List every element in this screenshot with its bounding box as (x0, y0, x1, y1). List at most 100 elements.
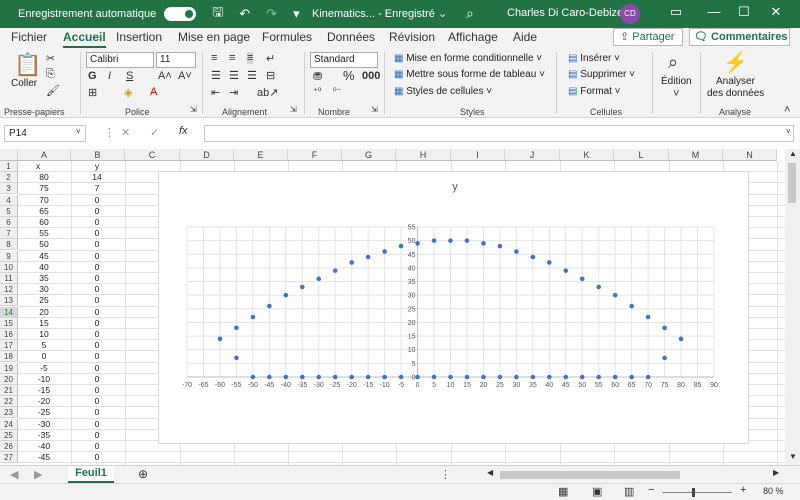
row-header[interactable]: 21 (0, 385, 18, 396)
vertical-scrollbar[interactable]: ▲ ▼ (785, 149, 800, 465)
font-dialog-launcher-icon[interactable]: ⇲ (190, 105, 197, 114)
cell-a21[interactable]: -15 (18, 385, 70, 396)
copy-icon[interactable]: ⎘ (46, 68, 55, 81)
page-break-view-icon[interactable]: ▥ (624, 485, 634, 498)
row-header[interactable]: 2 (0, 172, 18, 184)
merge-icon[interactable]: ⊟ (266, 69, 275, 82)
cell-a27[interactable]: -45 (18, 452, 70, 463)
column-header-n[interactable]: N (723, 149, 777, 161)
row-header[interactable]: 13 (0, 295, 18, 307)
comments-button[interactable]: 🗨 Commentaires (689, 28, 790, 46)
cell-b19[interactable]: 0 (71, 363, 123, 374)
italic-icon[interactable]: I (108, 70, 111, 82)
redo-icon[interactable]: ↷ (266, 6, 277, 22)
tab-donnees[interactable]: Données (327, 30, 375, 44)
underline-icon[interactable]: S (126, 70, 133, 82)
save-icon[interactable]: 🖫 (212, 3, 223, 25)
cell-a9[interactable]: 45 (18, 251, 70, 262)
document-title[interactable]: Kinematics... - Enregistré ⌄ (312, 7, 447, 20)
align-center-icon[interactable]: ☰ (229, 69, 239, 82)
sheet-tab-feuil1[interactable]: Feuil1 (68, 466, 114, 483)
row-header[interactable]: 19 (0, 362, 18, 374)
cell-b27[interactable]: 0 (71, 452, 123, 463)
cell-b2[interactable]: 14 (71, 172, 123, 183)
cell-a18[interactable]: 0 (18, 351, 70, 362)
expand-formula-icon[interactable]: ˅ (786, 127, 791, 136)
cell-b13[interactable]: 0 (71, 295, 123, 306)
autosave-toggle[interactable] (164, 7, 197, 21)
chevron-down-icon[interactable]: ˅ (76, 127, 81, 136)
cell-a1[interactable]: x (36, 161, 40, 172)
cell-b3[interactable]: 7 (71, 183, 123, 194)
format-cells-button[interactable]: ▤ Format ˅ (568, 86, 621, 97)
editing-button[interactable]: Édition (661, 76, 692, 87)
bold-icon[interactable]: G (88, 70, 97, 82)
cell-a15[interactable]: 15 (18, 318, 70, 329)
tab-fichier[interactable]: Fichier (11, 30, 47, 44)
cell-b4[interactable]: 0 (71, 195, 123, 206)
column-header-b[interactable]: B (71, 149, 125, 161)
accounting-format-icon[interactable]: ⛃ (313, 70, 322, 83)
normal-view-icon[interactable]: ▦ (558, 485, 568, 498)
cell-b11[interactable]: 0 (71, 273, 123, 284)
analyze-data-line1[interactable]: Analyser (716, 76, 755, 87)
row-header[interactable]: 22 (0, 396, 18, 408)
cell-a25[interactable]: -35 (18, 430, 70, 441)
fill-color-icon[interactable]: ◈ (124, 86, 132, 99)
page-layout-view-icon[interactable]: ▣ (592, 485, 602, 498)
cell-b6[interactable]: 0 (71, 217, 123, 228)
cell-b9[interactable]: 0 (71, 251, 123, 262)
cell-b17[interactable]: 0 (71, 340, 123, 351)
cell-a12[interactable]: 30 (18, 284, 70, 295)
row-header[interactable]: 9 (0, 250, 18, 262)
cell-a19[interactable]: -5 (18, 363, 70, 374)
lightning-icon[interactable]: ⚡ (723, 50, 748, 75)
cell-a4[interactable]: 70 (18, 195, 70, 206)
orientation-icon[interactable]: ab↗ (257, 86, 278, 99)
column-header-i[interactable]: I (451, 149, 505, 161)
column-header-j[interactable]: J (505, 149, 560, 161)
cell-a23[interactable]: -25 (18, 407, 70, 418)
row-header[interactable]: 27 (0, 452, 18, 464)
align-top-icon[interactable]: ≡ (211, 52, 217, 64)
row-header[interactable]: 18 (0, 351, 18, 363)
row-header[interactable]: 16 (0, 329, 18, 340)
scroll-thumb[interactable] (788, 163, 796, 203)
decrease-decimal-icon[interactable]: ⁰⁻ (333, 86, 341, 97)
column-header-d[interactable]: D (180, 149, 234, 161)
row-header[interactable]: 25 (0, 429, 18, 441)
tab-mise-en-page[interactable]: Mise en page (178, 30, 250, 44)
row-header[interactable]: 10 (0, 261, 18, 273)
collapse-ribbon-icon[interactable]: ˄ (784, 104, 790, 116)
paste-button[interactable]: Coller (11, 78, 37, 89)
insert-function-icon[interactable]: fx (179, 125, 188, 137)
zoom-slider[interactable] (662, 492, 732, 493)
name-box[interactable]: P14 (4, 125, 86, 142)
row-header[interactable]: 4 (0, 194, 18, 206)
cell-a24[interactable]: -30 (18, 419, 70, 430)
cell-a22[interactable]: -20 (18, 396, 70, 407)
format-as-table-button[interactable]: ▦ Mettre sous forme de tableau ˅ (394, 69, 545, 80)
row-header[interactable]: 14 (0, 306, 18, 318)
font-name-select[interactable]: Calibri (86, 52, 154, 68)
zoom-level[interactable]: 80 % (763, 486, 784, 496)
cell-a17[interactable]: 5 (18, 340, 70, 351)
horizontal-scroll-thumb[interactable] (500, 471, 680, 479)
cell-a10[interactable]: 40 (18, 262, 70, 273)
cell-b8[interactable]: 0 (71, 239, 123, 250)
alignment-dialog-launcher-icon[interactable]: ⇲ (290, 105, 297, 114)
customize-qat-icon[interactable]: ▾ (293, 6, 300, 22)
cell-b7[interactable]: 0 (71, 228, 123, 239)
column-header-l[interactable]: L (614, 149, 669, 161)
column-header-f[interactable]: F (288, 149, 342, 161)
row-header[interactable]: 15 (0, 317, 18, 329)
font-size-select[interactable]: 11 (156, 52, 196, 68)
wrap-text-icon[interactable]: ↵ (266, 52, 275, 65)
align-middle-icon[interactable]: ≡ (229, 52, 235, 64)
row-header[interactable]: 5 (0, 205, 18, 217)
cell-b24[interactable]: 0 (71, 419, 123, 430)
tab-affichage[interactable]: Affichage (448, 30, 498, 44)
shrink-font-icon[interactable]: A˅ (178, 70, 192, 82)
cut-icon[interactable]: ✂ (46, 52, 55, 65)
row-header[interactable]: 7 (0, 228, 18, 240)
